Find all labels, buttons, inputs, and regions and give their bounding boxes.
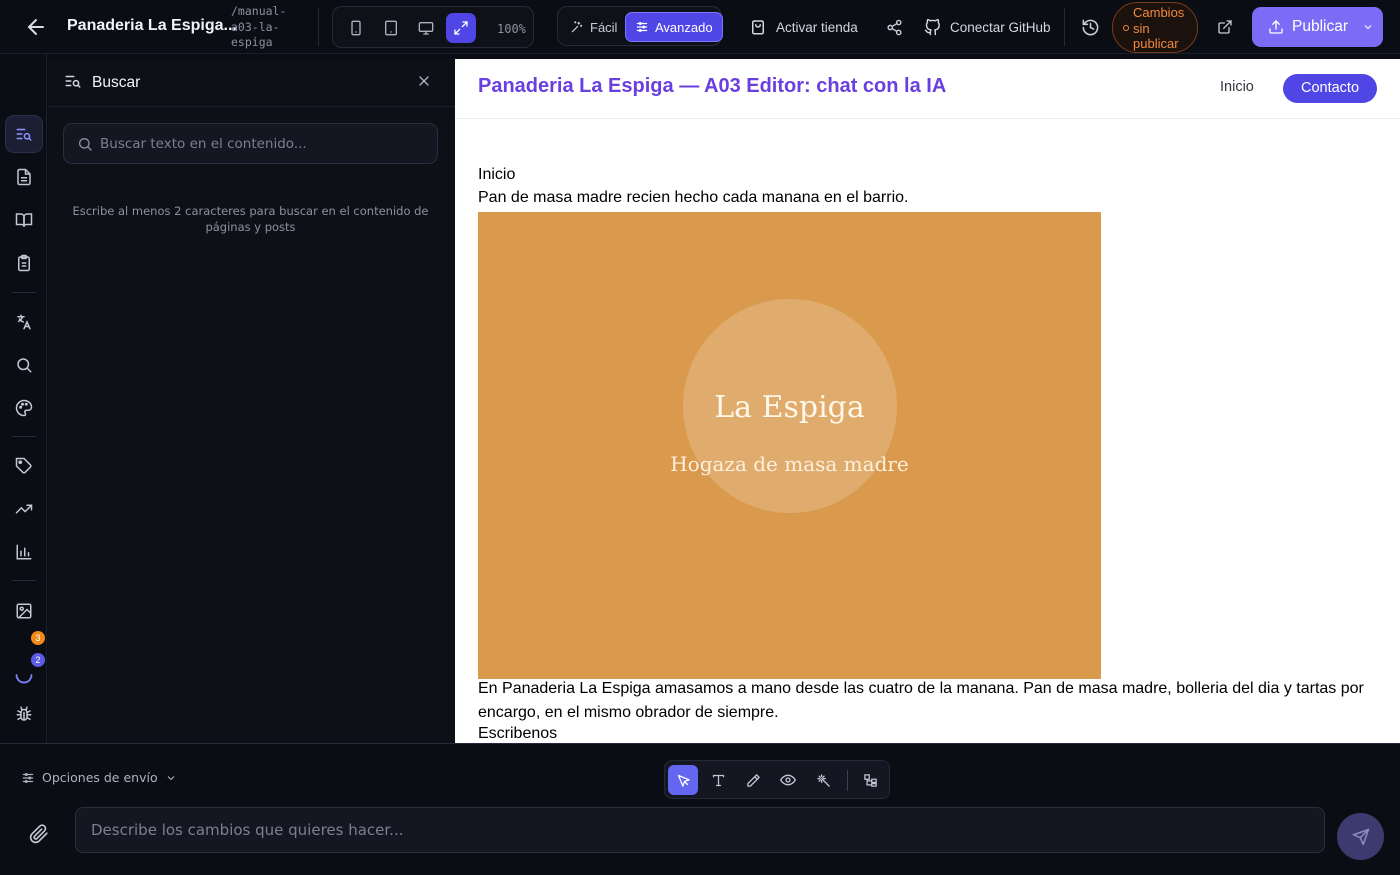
tag-icon[interactable] xyxy=(5,447,43,485)
divider xyxy=(318,8,319,46)
unpublished-changes-badge[interactable]: Cambios sin publicar xyxy=(1112,2,1198,53)
trending-up-icon[interactable] xyxy=(5,490,43,528)
send-icon xyxy=(1352,828,1369,845)
search-hint: Escribe al menos 2 caracteres para busca… xyxy=(72,204,429,234)
bug-icon[interactable] xyxy=(5,695,43,733)
tagline[interactable]: Pan de masa madre recien hecho cada mana… xyxy=(478,189,908,207)
connect-github-button[interactable]: Conectar GitHub xyxy=(924,14,1051,40)
rail-divider xyxy=(12,436,36,437)
activate-store-button[interactable]: Activar tienda xyxy=(749,14,858,40)
section-heading[interactable]: Escribenos xyxy=(478,725,557,743)
site-header: Panaderia La Espiga — A03 Editor: chat c… xyxy=(455,59,1400,119)
github-icon xyxy=(924,18,940,35)
project-slug: /manual-a03-la-espiga xyxy=(231,4,287,49)
clipboard-icon[interactable] xyxy=(5,244,43,282)
share-icon[interactable] xyxy=(882,15,906,39)
sliders-icon xyxy=(636,22,648,32)
tools-divider xyxy=(847,770,848,791)
body-text[interactable]: En Panaderia La Espiga amasamos a mano d… xyxy=(478,677,1378,724)
nav-contact-button[interactable]: Contacto xyxy=(1283,74,1377,103)
page-heading[interactable]: Inicio xyxy=(478,166,515,184)
hero-subtitle: Hogaza de masa madre xyxy=(670,452,909,476)
site-title[interactable]: Panaderia La Espiga — A03 Editor: chat c… xyxy=(478,75,946,98)
search-field xyxy=(63,123,438,164)
send-options-button[interactable]: Opciones de envío xyxy=(21,770,177,785)
select-tool-icon[interactable] xyxy=(668,765,698,795)
top-bar: Panaderia La Espiga... /manual-a03-la-es… xyxy=(0,0,1400,54)
palette-icon[interactable] xyxy=(5,389,43,427)
external-link-icon[interactable] xyxy=(1213,15,1237,39)
text-tool-icon[interactable] xyxy=(703,765,733,795)
chevron-down-icon xyxy=(167,775,174,780)
sparkles-icon xyxy=(571,21,583,33)
hero-image[interactable]: La Espiga Hogaza de masa madre xyxy=(478,212,1101,679)
chat-input[interactable] xyxy=(91,808,1311,852)
book-open-icon[interactable] xyxy=(5,201,43,239)
structure-tool-icon[interactable] xyxy=(855,765,885,795)
search-input[interactable] xyxy=(100,124,430,163)
send-button[interactable] xyxy=(1337,813,1384,860)
image-icon[interactable] xyxy=(5,592,43,630)
pencil-tool-icon[interactable] xyxy=(738,765,768,795)
back-arrow-icon[interactable] xyxy=(24,15,48,39)
nav-link-inicio[interactable]: Inicio xyxy=(1220,79,1254,95)
search-panel: Buscar Escribe al menos 2 caracteres par… xyxy=(48,59,455,743)
publish-button[interactable]: Publicar xyxy=(1252,7,1383,47)
fullscreen-view-button[interactable] xyxy=(446,13,476,43)
search-icon[interactable] xyxy=(5,346,43,384)
desktop-view-button[interactable] xyxy=(411,13,441,43)
hero-title: La Espiga xyxy=(714,390,865,425)
advanced-mode-label: Avanzado xyxy=(655,19,713,35)
site-preview: Panaderia La Espiga — A03 Editor: chat c… xyxy=(455,59,1400,743)
mobile-view-button[interactable] xyxy=(341,13,371,43)
easy-mode-button[interactable]: Fácil xyxy=(561,12,626,42)
shopping-bag-icon xyxy=(752,20,764,35)
unpublished-changes-label: Cambios sin publicar xyxy=(1133,5,1185,51)
eye-tool-icon[interactable] xyxy=(773,765,803,795)
advanced-mode-button[interactable]: Avanzado xyxy=(625,12,723,42)
search-list-icon xyxy=(64,72,82,90)
translate-icon[interactable] xyxy=(5,303,43,341)
mode-switcher: Fácil Avanzado xyxy=(557,6,723,46)
upload-icon xyxy=(1269,20,1283,34)
tablet-view-button[interactable] xyxy=(376,13,406,43)
magic-tool-icon[interactable] xyxy=(808,765,838,795)
chevron-down-icon[interactable] xyxy=(1362,21,1374,33)
history-icon[interactable] xyxy=(1078,15,1102,39)
zoom-level[interactable]: 100% xyxy=(497,22,526,36)
chat-bar: Opciones de envío xyxy=(0,743,1400,875)
chat-field xyxy=(75,807,1325,853)
pages-icon[interactable] xyxy=(5,158,43,196)
rail-divider xyxy=(12,292,36,293)
project-name[interactable]: Panaderia La Espiga... xyxy=(67,17,237,35)
status-dot-icon xyxy=(1123,25,1129,31)
divider xyxy=(1064,8,1065,46)
publish-label: Publicar xyxy=(1292,18,1348,35)
left-rail: 3 2 xyxy=(0,54,47,743)
close-icon[interactable] xyxy=(416,73,432,89)
search-icon xyxy=(77,136,93,152)
device-switcher: 100% xyxy=(332,6,534,48)
send-options-label: Opciones de envío xyxy=(42,770,158,785)
sliders-icon xyxy=(22,772,34,783)
search-panel-icon[interactable] xyxy=(5,115,43,153)
paperclip-icon[interactable] xyxy=(29,824,49,844)
bar-chart-icon[interactable] xyxy=(5,533,43,571)
activate-store-label: Activar tienda xyxy=(776,19,858,35)
edit-tools xyxy=(664,760,890,799)
loading-spinner-icon[interactable] xyxy=(5,656,43,694)
easy-mode-label: Fácil xyxy=(590,19,618,35)
connect-github-label: Conectar GitHub xyxy=(950,19,1051,35)
panel-header: Buscar xyxy=(48,59,455,107)
rail-divider xyxy=(12,580,36,581)
notification-badge: 3 xyxy=(31,631,45,645)
panel-title: Buscar xyxy=(92,74,141,91)
